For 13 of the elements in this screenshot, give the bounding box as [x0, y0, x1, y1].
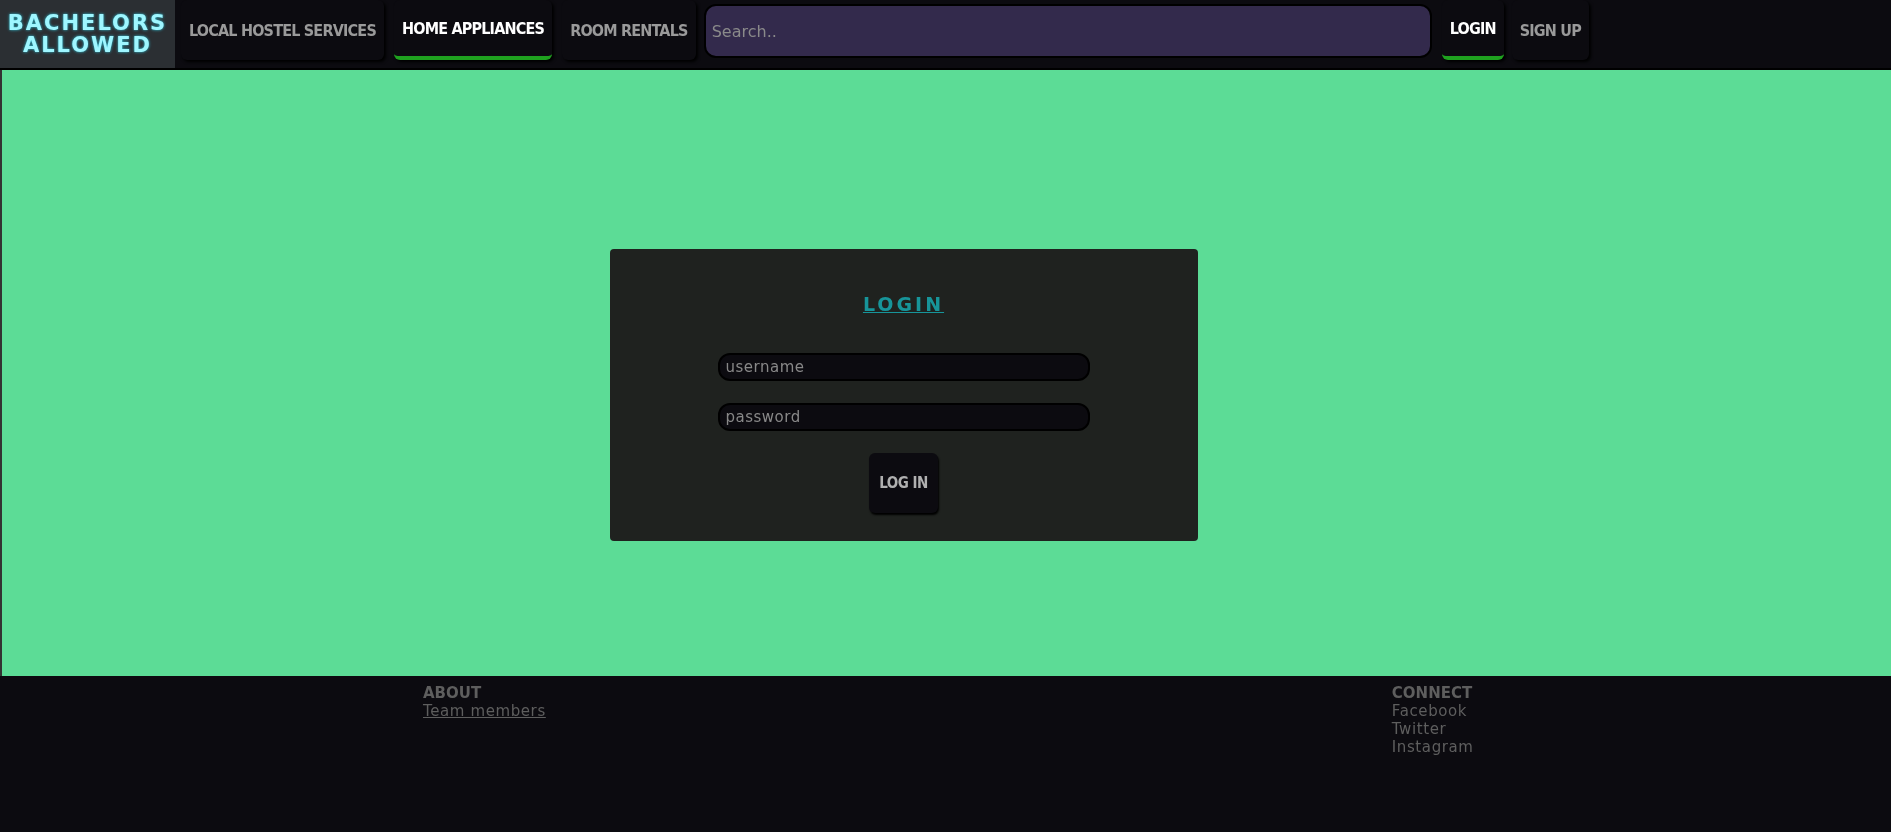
footer-heading: ABOUT — [423, 684, 482, 702]
search-field[interactable]: Search.. — [703, 4, 1432, 58]
login-button[interactable]: LOG IN — [869, 453, 938, 513]
nav-tab[interactable]: HOME APPLIANCES — [393, 0, 553, 60]
account-tab[interactable]: LOGIN — [1441, 0, 1504, 60]
login-heading: LOGIN — [862, 293, 945, 315]
footer-heading: CONNECT — [1391, 684, 1473, 702]
site-logo[interactable]: BACHELORS ALLOWED — [0, 0, 175, 68]
nav-tab[interactable]: LOCAL HOSTEL SERVICES — [181, 0, 384, 60]
text-field[interactable]: password — [717, 403, 1090, 431]
text-field[interactable]: username — [717, 353, 1090, 381]
nav-tab[interactable]: ROOM RENTALS — [562, 0, 696, 60]
account-tab[interactable]: SIGN UP — [1511, 0, 1589, 60]
